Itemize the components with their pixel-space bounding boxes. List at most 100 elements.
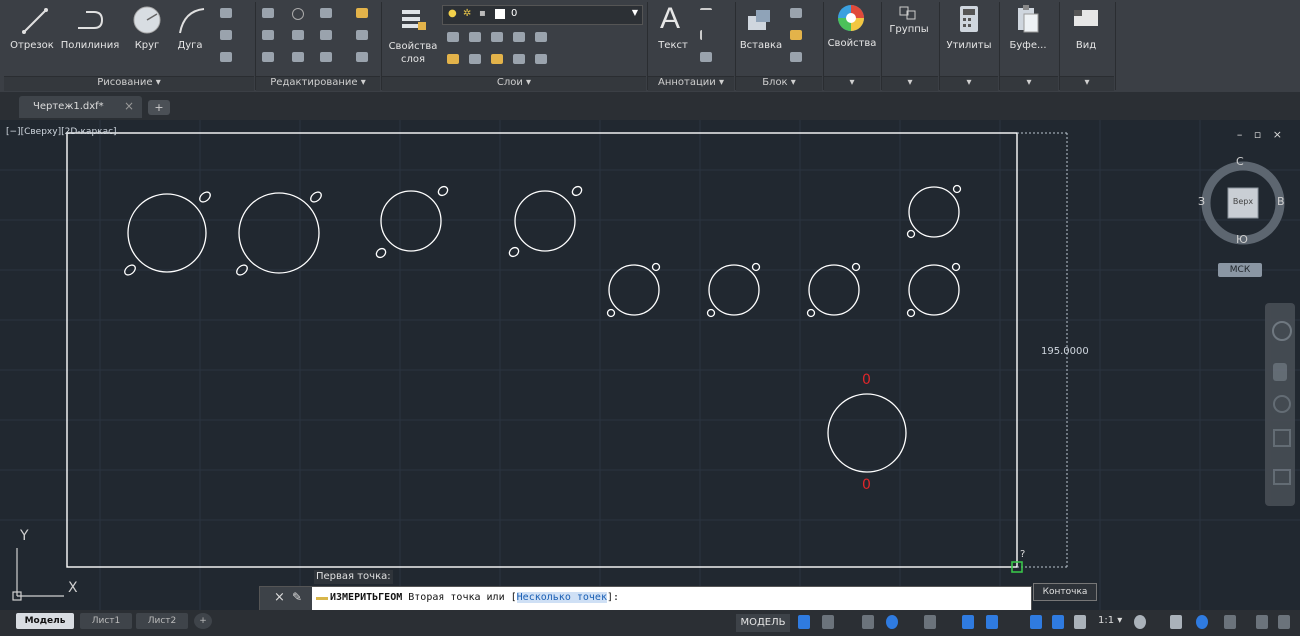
trim-icon[interactable] — [320, 8, 332, 18]
layer-tool-icon[interactable] — [535, 54, 547, 64]
workspace-gear-icon[interactable] — [1134, 615, 1146, 629]
gradient-icon[interactable] — [220, 52, 232, 62]
layout-tab-sheet2[interactable]: Лист2 — [136, 613, 188, 629]
viewcube[interactable]: С Ю З В Верх — [1198, 155, 1287, 247]
create-block-icon[interactable] — [790, 8, 802, 18]
erase-icon[interactable] — [356, 8, 368, 18]
viewcube-west[interactable]: З — [1198, 195, 1205, 208]
osnap-toggle-icon[interactable] — [962, 615, 974, 629]
layout-tab-model[interactable]: Модель — [16, 613, 74, 629]
clipboard-panel-expander[interactable]: ▾ — [1000, 76, 1058, 91]
explode-icon[interactable] — [356, 30, 368, 40]
layer-tool-icon[interactable] — [447, 54, 459, 64]
viewcube-south[interactable]: Ю — [1236, 233, 1248, 246]
viewcube-north[interactable]: С — [1236, 155, 1244, 168]
tool-circle-button[interactable]: Круг — [128, 40, 166, 51]
tool-polyline-button[interactable]: Полилиния — [58, 40, 122, 51]
text-button[interactable]: Текст — [656, 40, 690, 51]
layer-dropdown[interactable]: ● ✲ ▪ 0 ▼ — [442, 5, 643, 25]
isolate-objects-icon[interactable] — [1196, 615, 1208, 629]
dimension-icon[interactable] — [700, 8, 712, 20]
command-option-multiple-points[interactable]: Несколько точек — [516, 592, 607, 603]
move-icon[interactable] — [262, 8, 274, 18]
new-tab-button[interactable]: + — [148, 100, 170, 115]
stretch-icon[interactable] — [262, 52, 274, 62]
snap-toggle-icon[interactable] — [822, 615, 834, 629]
layer-properties-button[interactable]: Свойства слоя — [384, 40, 442, 66]
customization-menu-icon[interactable] — [1278, 615, 1290, 629]
viewport-window-controls[interactable]: – ▫ × — [1237, 128, 1286, 141]
isodraft-icon[interactable] — [924, 615, 936, 629]
mirror-icon[interactable] — [292, 30, 304, 40]
ortho-toggle-icon[interactable] — [862, 615, 874, 629]
clipboard-button[interactable]: Буфе... — [1002, 40, 1054, 51]
edit-block-icon[interactable] — [790, 30, 802, 40]
copy-icon[interactable] — [262, 30, 274, 40]
layer-tool-icon[interactable] — [491, 54, 503, 64]
hardware-accel-icon[interactable] — [1224, 615, 1236, 629]
leader-icon[interactable] — [700, 30, 714, 40]
close-icon[interactable]: × — [274, 590, 285, 605]
view-panel-expander[interactable]: ▾ — [1060, 76, 1114, 91]
annotation-visibility-icon[interactable] — [1030, 615, 1042, 629]
groups-panel-expander[interactable]: ▾ — [882, 76, 938, 91]
clean-screen-icon[interactable] — [1256, 615, 1268, 629]
command-line[interactable]: × ✎ ИЗМЕРИТЬГЕОМ Вторая точка или [Неско… — [259, 586, 1032, 611]
layer-tool-icon[interactable] — [469, 32, 481, 42]
navigation-bar[interactable] — [1265, 303, 1295, 506]
document-tab[interactable]: Чертеж1.dxf* × — [19, 96, 142, 118]
steering-wheel-icon[interactable] — [1272, 321, 1292, 341]
viewcube-face[interactable]: Верх — [1228, 197, 1258, 206]
tool-arc-button[interactable]: Дуга — [172, 40, 208, 51]
annotation-scale-icon[interactable] — [1074, 615, 1086, 629]
layer-tool-icon[interactable] — [469, 54, 481, 64]
viewcube-east[interactable]: В — [1277, 195, 1285, 208]
auto-scale-icon[interactable] — [1052, 615, 1064, 629]
utilities-panel-expander[interactable]: ▾ — [940, 76, 998, 91]
array-icon[interactable] — [320, 52, 332, 62]
properties-button[interactable]: Свойства — [826, 38, 878, 49]
layer-tool-icon[interactable] — [447, 32, 459, 42]
offset-icon[interactable] — [356, 52, 368, 62]
command-history-icon[interactable] — [316, 597, 328, 600]
properties-panel-expander[interactable]: ▾ — [824, 76, 880, 91]
annotation-scale-value[interactable]: 1:1 ▾ — [1098, 615, 1122, 626]
orbit-icon[interactable] — [1273, 429, 1291, 447]
annotation-monitor-icon[interactable] — [1170, 615, 1182, 629]
utilities-button[interactable]: Утилиты — [942, 40, 996, 51]
insert-button[interactable]: Вставка — [738, 40, 784, 51]
layer-tool-icon[interactable] — [513, 32, 525, 42]
add-layout-button[interactable]: + — [194, 613, 212, 629]
zoom-icon[interactable] — [1273, 395, 1291, 413]
ucs-dropdown[interactable]: МСК — [1218, 263, 1262, 277]
rectangle-icon[interactable] — [220, 30, 232, 40]
command-input[interactable]: ИЗМЕРИТЬГЕОМ Вторая точка или [Несколько… — [330, 592, 619, 603]
polar-toggle-icon[interactable] — [886, 615, 898, 629]
layers-panel-label[interactable]: Слои ▾ — [382, 76, 646, 91]
scale-icon[interactable] — [292, 52, 304, 62]
wrench-icon[interactable]: ✎ — [292, 590, 302, 604]
groups-button[interactable]: Группы — [884, 24, 934, 35]
annotation-panel-label[interactable]: Аннотации ▾ — [648, 76, 734, 91]
model-space-button[interactable]: МОДЕЛЬ — [736, 614, 790, 632]
fillet-icon[interactable] — [320, 30, 332, 40]
showmotion-icon[interactable] — [1273, 469, 1291, 485]
rotate-icon[interactable] — [292, 8, 304, 20]
view-button[interactable]: Вид — [1064, 40, 1108, 51]
modify-panel-label[interactable]: Редактирование ▾ — [256, 76, 380, 91]
layer-tool-icon[interactable] — [491, 32, 503, 42]
draw-panel-label[interactable]: Рисование ▾ — [4, 76, 254, 91]
layout-tab-sheet1[interactable]: Лист1 — [80, 613, 132, 629]
viewport-label[interactable]: [−][Сверху][2D-каркас] — [6, 127, 117, 137]
grid-toggle-icon[interactable] — [798, 615, 810, 629]
pan-icon[interactable] — [1273, 363, 1287, 381]
drawing-canvas[interactable] — [0, 120, 1300, 610]
tool-line-button[interactable]: Отрезок — [8, 40, 56, 51]
hatch-icon[interactable] — [220, 8, 232, 18]
layer-tool-icon[interactable] — [535, 32, 547, 42]
close-tab-icon[interactable]: × — [124, 99, 134, 113]
table-icon[interactable] — [700, 52, 712, 62]
layer-tool-icon[interactable] — [513, 54, 525, 64]
attribute-icon[interactable] — [790, 52, 802, 62]
block-panel-label[interactable]: Блок ▾ — [736, 76, 822, 91]
